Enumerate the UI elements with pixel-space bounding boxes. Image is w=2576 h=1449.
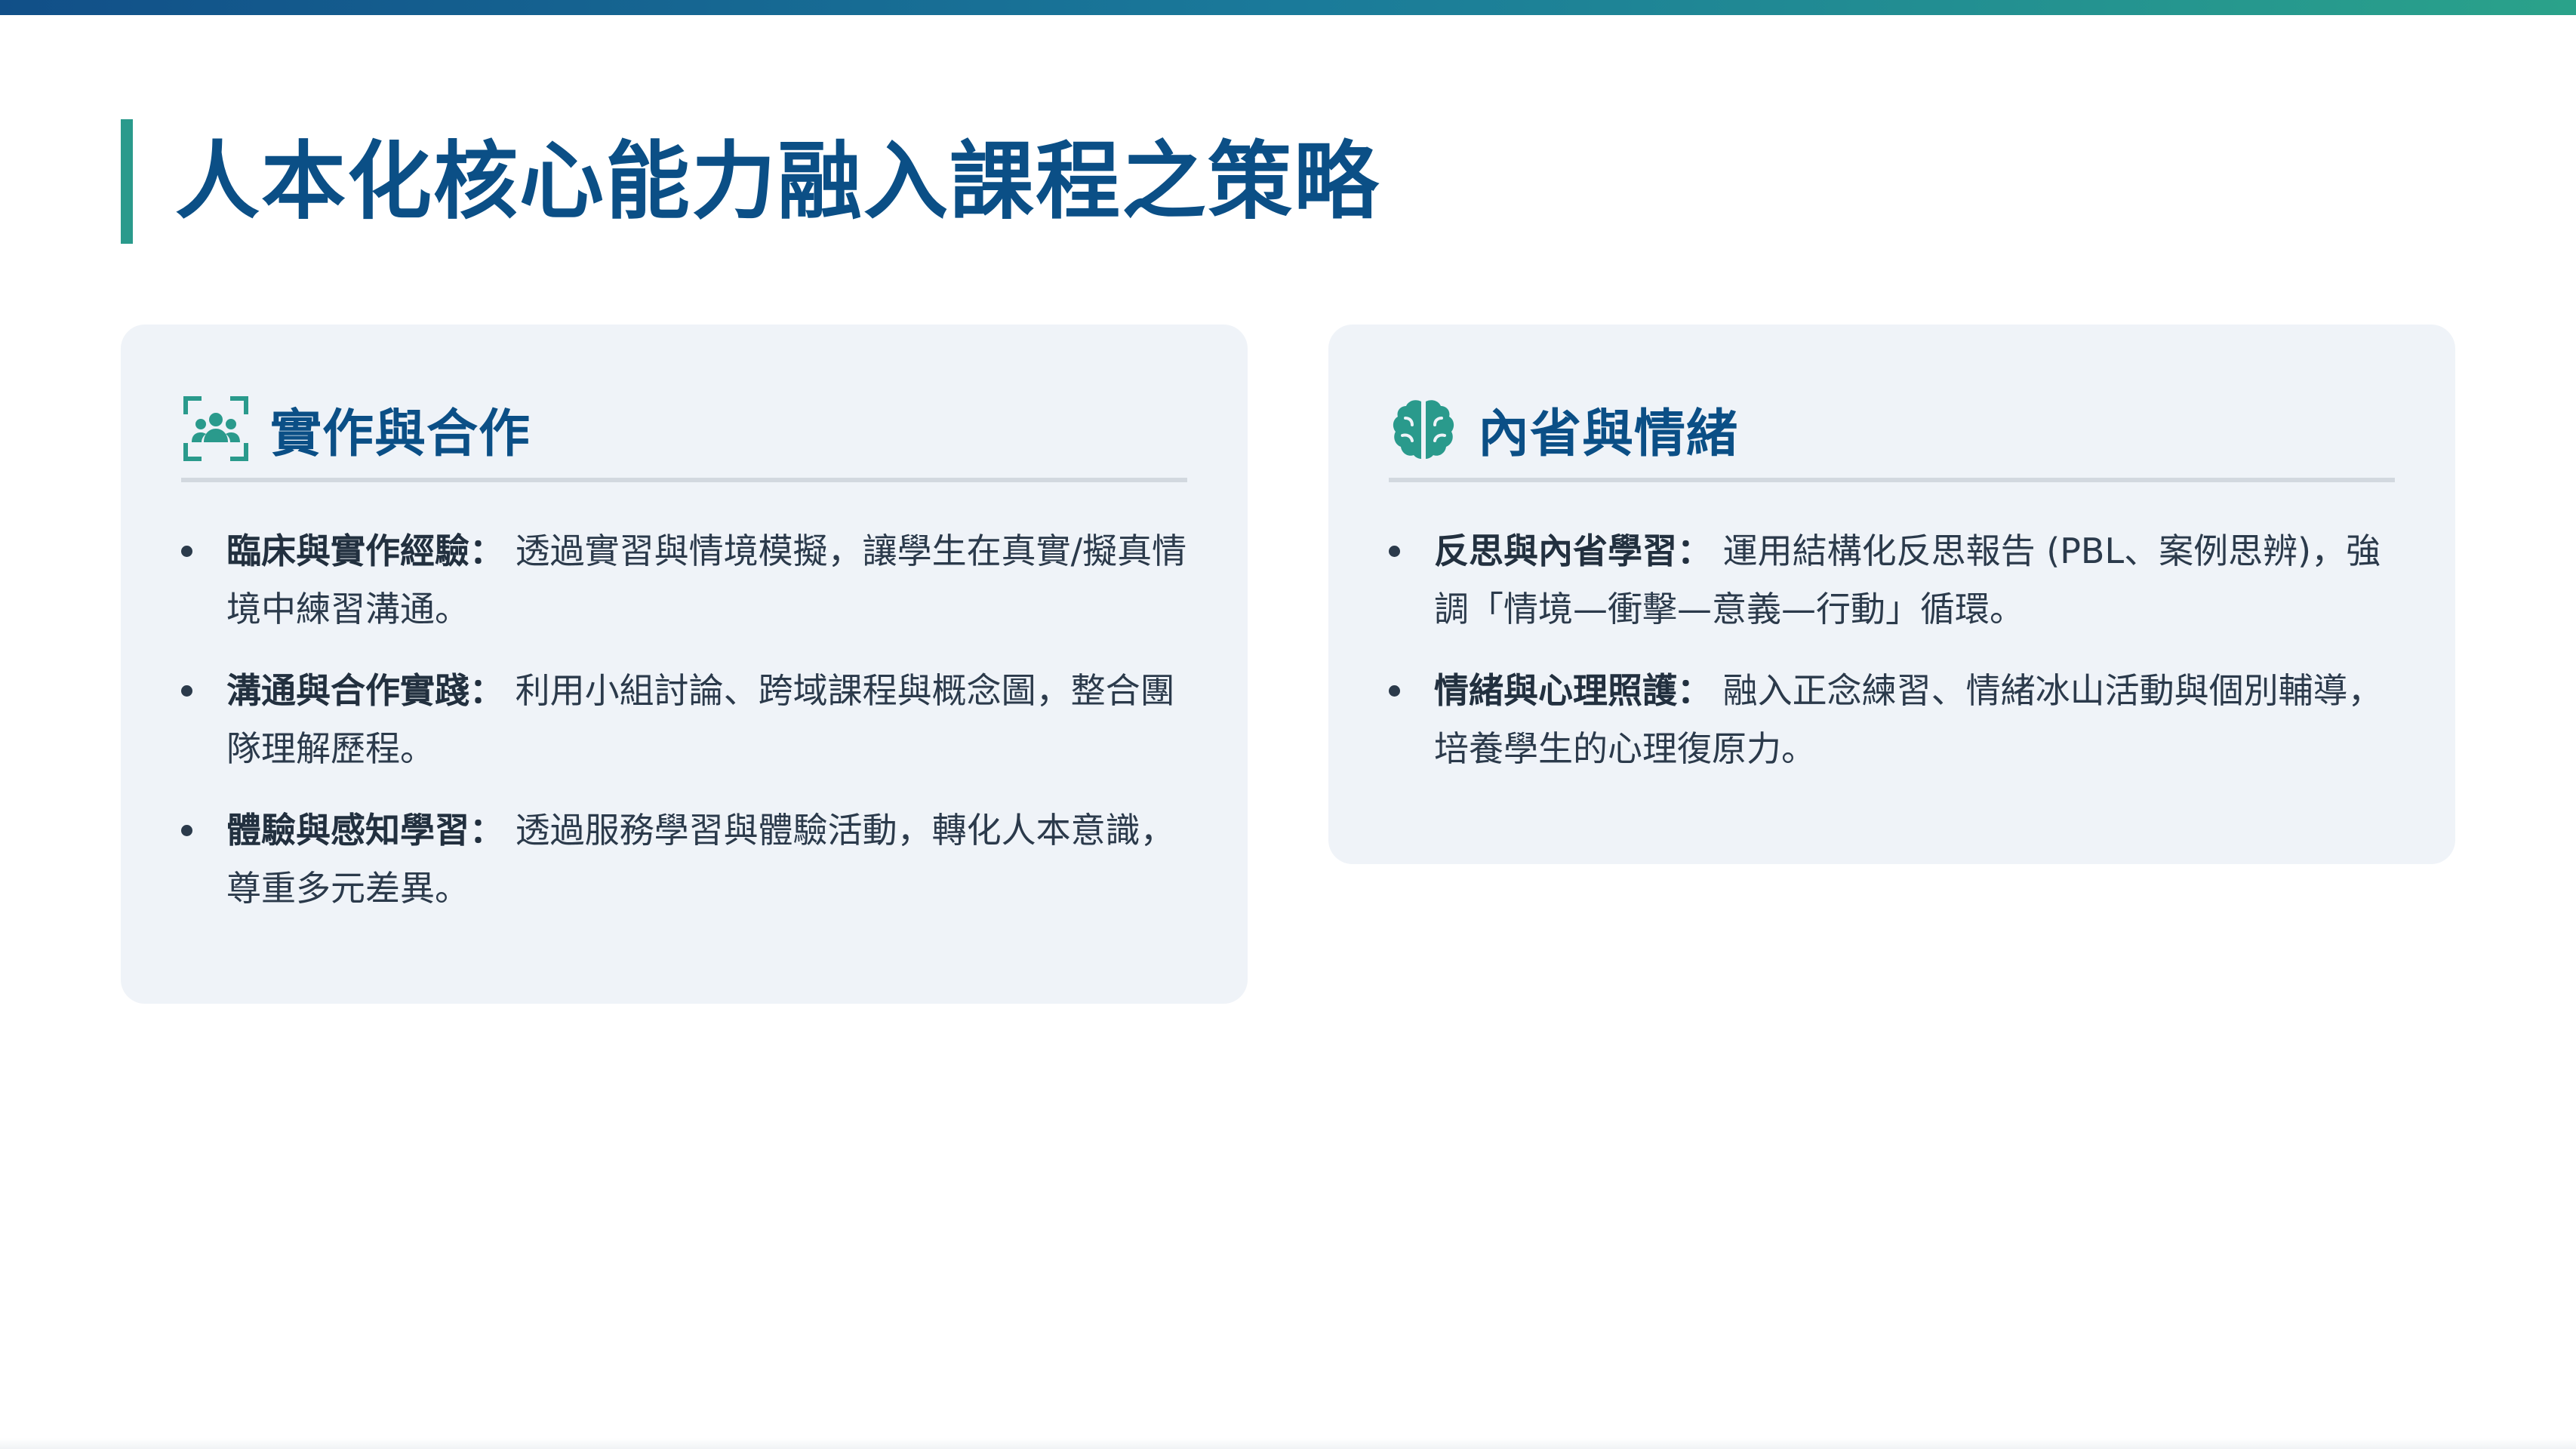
brain-icon [1389, 394, 1458, 463]
card-divider [1389, 478, 2395, 482]
card-divider [181, 478, 1187, 482]
title-accent-bar [121, 119, 133, 244]
list-item: 溝通與合作實踐： 利用小組討論、跨域課程與概念圖，整合團隊理解歷程。 [181, 662, 1187, 778]
list-item: 反思與內省學習： 運用結構化反思報告 (PBL、案例思辨)，強調「情境—衝擊—意… [1389, 522, 2395, 638]
list-item: 情緒與心理照護： 融入正念練習、情緒冰山活動與個別輔導，培養學生的心理復原力。 [1389, 662, 2395, 778]
bullet-dot [1389, 546, 1400, 557]
item-label: 臨床與實作經驗： [226, 531, 504, 571]
card-title: 內省與情緒 [1478, 404, 1739, 464]
card-title: 實作與合作 [270, 404, 531, 464]
strategy-list: 臨床與實作經驗： 透過實習與情境模擬，讓學生在真實/擬真情境中練習溝通。 溝通與… [181, 522, 1187, 941]
page-header: 人本化核心能力融入課程之策略 [121, 119, 1380, 244]
item-label: 反思與內省學習： [1434, 531, 1712, 571]
bullet-dot [1389, 685, 1400, 697]
item-label: 體驗與感知學習： [226, 810, 504, 851]
card-practice-collaboration: 實作與合作 臨床與實作經驗： 透過實習與情境模擬，讓學生在真實/擬真情境中練習溝… [121, 325, 1248, 1004]
item-label: 溝通與合作實踐： [226, 670, 504, 711]
list-item: 臨床與實作經驗： 透過實習與情境模擬，讓學生在真實/擬真情境中練習溝通。 [181, 522, 1187, 638]
top-gradient-bar [0, 0, 2576, 15]
card-header: 內省與情緒 [1389, 394, 1739, 464]
bottom-fade [0, 1438, 2576, 1449]
team-scan-icon [181, 394, 251, 463]
page-title: 人本化核心能力融入課程之策略 [175, 132, 1380, 231]
bullet-dot [181, 825, 192, 836]
list-item: 體驗與感知學習： 透過服務學習與體驗活動，轉化人本意識，尊重多元差異。 [181, 801, 1187, 918]
bullet-dot [181, 546, 192, 557]
bullet-dot [181, 685, 192, 697]
card-reflection-emotion: 內省與情緒 反思與內省學習： 運用結構化反思報告 (PBL、案例思辨)，強調「情… [1328, 325, 2455, 864]
item-label: 情緒與心理照護： [1434, 670, 1712, 711]
strategy-list: 反思與內省學習： 運用結構化反思報告 (PBL、案例思辨)，強調「情境—衝擊—意… [1389, 522, 2395, 801]
card-header: 實作與合作 [181, 394, 531, 464]
